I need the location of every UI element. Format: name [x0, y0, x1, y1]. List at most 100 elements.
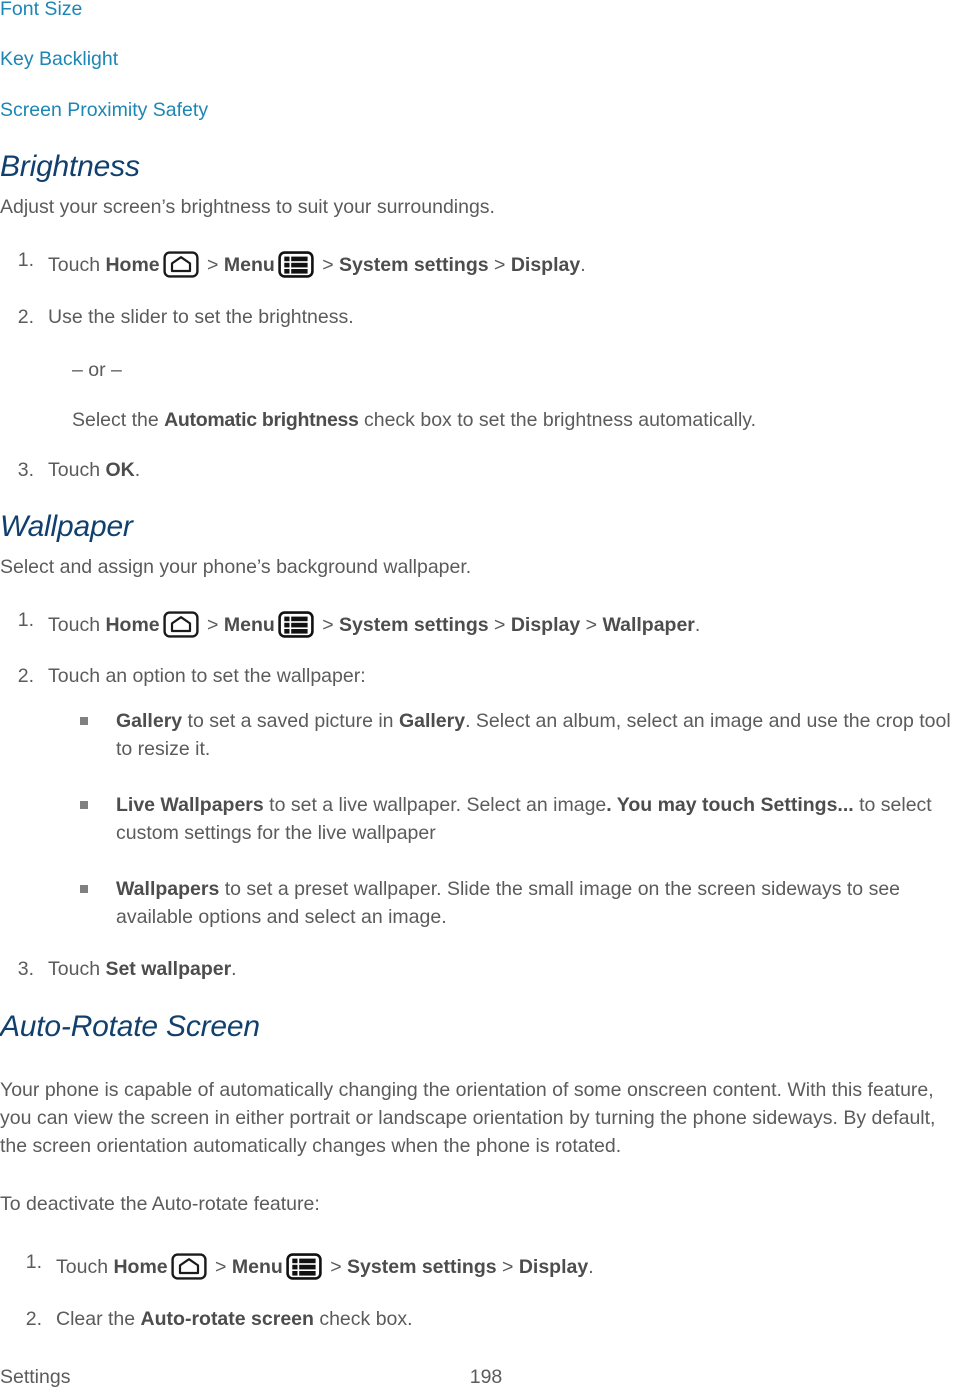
ui-label-home: Home [113, 1256, 168, 1278]
list-item: Gallery to set a saved picture in Galler… [80, 707, 960, 763]
step-number: 2. [17, 306, 34, 328]
step-text: Touch Home > Menu > System settings > Di… [48, 251, 586, 278]
step-text: Touch Home > Menu > System settings > Di… [48, 611, 700, 638]
menu-icon [278, 611, 314, 638]
step-suffix: . [694, 614, 701, 636]
brightness-step-2: 2. Use the slider to set the brightness. [0, 306, 354, 328]
step-text: Use the slider to set the brightness. [48, 306, 354, 328]
bullet-mid: to set a saved picture in [182, 710, 399, 732]
section-heading-wallpaper: Wallpaper [0, 510, 133, 543]
ui-label-ok: OK [105, 459, 135, 481]
menu-icon [286, 1253, 322, 1280]
step-number: 3. [17, 459, 34, 481]
wallpaper-step-2: 2. Touch an option to set the wallpaper: [0, 665, 366, 687]
brightness-step-3: 3. Touch OK. [0, 459, 141, 481]
brightness-alt-step: Select the Automatic brightness check bo… [72, 409, 757, 431]
step-number: 1. [17, 609, 34, 631]
step-text: Touch OK. [48, 459, 141, 481]
bullet-mid: to set a live wallpaper. Select an image [263, 794, 607, 816]
ui-label-wallpaper: Wallpaper [602, 614, 695, 636]
auto-rotate-step-1: 1. Touch Home > Menu > System settings >… [8, 1251, 594, 1280]
ui-label-menu: Menu [231, 1256, 283, 1278]
ui-label-automatic-brightness: Automatic brightness [164, 409, 359, 431]
step-text: Clear the Auto-rotate screen check box. [56, 1308, 413, 1330]
auto-rotate-intro-paragraph: Your phone is capable of automatically c… [0, 1079, 936, 1157]
toc-link-font-size[interactable]: Font Size [0, 0, 82, 20]
ui-label-set-wallpaper: Set wallpaper [105, 958, 232, 980]
step-number: 3. [17, 958, 34, 980]
auto-rotate-step-2: 2. Clear the Auto-rotate screen check bo… [8, 1308, 413, 1330]
section-heading-auto-rotate-screen: Auto-Rotate Screen [0, 1010, 260, 1043]
auto-rotate-lead-in: To deactivate the Auto-rotate feature: [0, 1193, 320, 1215]
step-prefix: Touch [48, 958, 106, 980]
ui-label-gallery-app: Gallery [398, 710, 466, 732]
or-divider: – or – [72, 359, 122, 381]
alt-prefix: Select the [72, 409, 165, 431]
step-suffix: . [231, 958, 237, 980]
step-separator: > [496, 1256, 519, 1278]
brightness-intro-paragraph: Adjust your screen’s brightness to suit … [0, 196, 495, 218]
home-icon [171, 1253, 207, 1280]
document-page: Font Size Key Backlight Screen Proximity… [0, 0, 972, 1396]
list-item: Wallpapers to set a preset wallpaper. Sl… [80, 875, 968, 931]
step-separator: > [488, 614, 511, 636]
step-suffix: . [588, 1256, 594, 1278]
step-number: 1. [25, 1251, 42, 1273]
bullet-square-icon [80, 801, 88, 809]
section-heading-brightness: Brightness [0, 150, 140, 183]
step-prefix: Touch [48, 459, 106, 481]
ui-label-system-settings: System settings [347, 1256, 497, 1278]
ui-label-display: Display [510, 254, 581, 276]
ui-label-display: Display [518, 1256, 589, 1278]
step-number: 2. [25, 1308, 42, 1330]
step-separator: > [201, 254, 224, 276]
ui-label-menu: Menu [223, 254, 275, 276]
step-suffix: check box. [313, 1308, 413, 1330]
bullet-text: Live Wallpapers to set a live wallpaper.… [116, 791, 960, 847]
step-separator: > [209, 1256, 232, 1278]
step-text: Touch Home > Menu > System settings > Di… [56, 1253, 594, 1280]
ui-label-display: Display [510, 614, 581, 636]
wallpaper-step-1: 1. Touch Home > Menu > System settings >… [0, 609, 700, 638]
ui-label-system-settings: System settings [339, 254, 489, 276]
step-separator: > [324, 1256, 348, 1278]
bullet-text: Wallpapers to set a preset wallpaper. Sl… [116, 875, 968, 931]
footer-page-number: 198 [469, 1366, 503, 1388]
step-suffix: . [580, 254, 586, 276]
ui-label-auto-rotate-screen: Auto-rotate screen [140, 1308, 314, 1330]
toc-link-screen-proximity-safety[interactable]: Screen Proximity Safety [0, 100, 208, 121]
step-separator: > [316, 254, 340, 276]
step-number: 2. [17, 665, 34, 687]
bullet-square-icon [80, 885, 88, 893]
list-item: Live Wallpapers to set a live wallpaper.… [80, 791, 960, 847]
step-prefix: Touch [56, 1256, 114, 1278]
step-separator: > [201, 614, 224, 636]
step-separator: > [488, 254, 511, 276]
bullet-square-icon [80, 717, 88, 725]
step-prefix: Touch [48, 254, 106, 276]
step-separator: > [316, 614, 340, 636]
ui-label-home: Home [105, 614, 160, 636]
ui-label-home: Home [105, 254, 160, 276]
bullet-mid: to set a preset wallpaper. Slide the sma… [116, 878, 901, 928]
wallpaper-intro-paragraph: Select and assign your phone’s backgroun… [0, 556, 472, 578]
ui-label-gallery: Gallery [116, 710, 183, 732]
ui-label-wallpapers: Wallpapers [116, 878, 220, 900]
step-text: Touch an option to set the wallpaper: [48, 665, 366, 687]
wallpaper-step-3: 3. Touch Set wallpaper. [0, 958, 237, 980]
step-prefix: Touch [48, 614, 106, 636]
ui-label-system-settings: System settings [339, 614, 489, 636]
ui-label-settings-hint: . You may touch Settings... [606, 794, 854, 816]
alt-suffix: check box to set the brightness automati… [358, 409, 757, 431]
ui-label-live-wallpapers: Live Wallpapers [116, 794, 264, 816]
step-text: Touch Set wallpaper. [48, 958, 237, 980]
brightness-step-1: 1. Touch Home > Menu > System settings >… [0, 250, 586, 278]
toc-link-key-backlight[interactable]: Key Backlight [0, 49, 118, 70]
menu-icon [278, 251, 314, 278]
ui-label-menu: Menu [223, 614, 275, 636]
step-prefix: Clear the [56, 1308, 141, 1330]
home-icon [163, 611, 199, 638]
bullet-text: Gallery to set a saved picture in Galler… [116, 707, 960, 763]
step-separator: > [580, 614, 603, 636]
step-suffix: . [134, 459, 141, 481]
